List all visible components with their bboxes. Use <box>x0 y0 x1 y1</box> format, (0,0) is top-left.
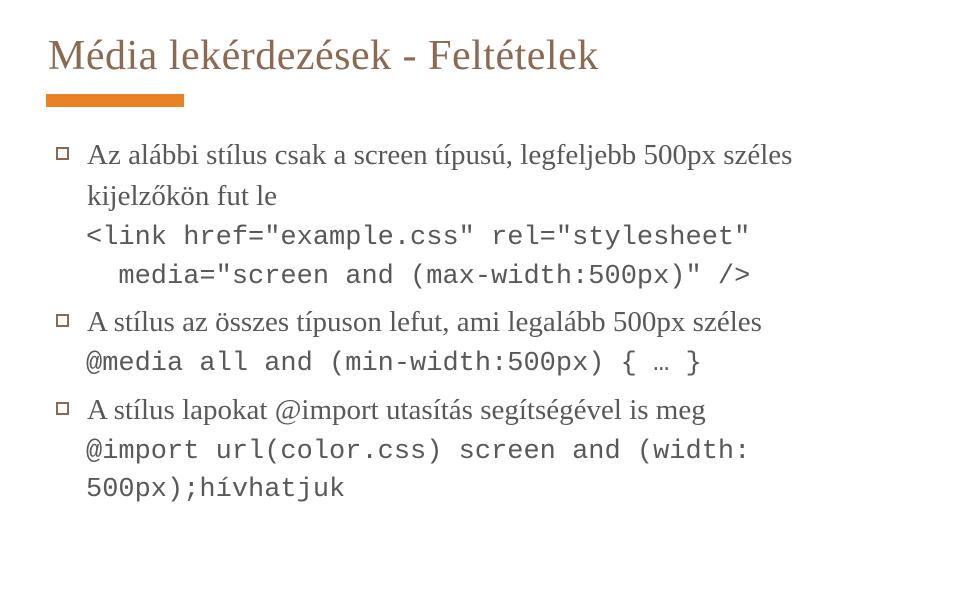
code-block: @media all and (min-width:500px) { … } <box>86 345 912 383</box>
bullet-icon <box>56 402 69 415</box>
slide-content: Az alábbi stílus csak a screen típusú, l… <box>48 135 912 509</box>
item-text: A stílus lapokat @import utasítás segíts… <box>87 390 706 431</box>
item-text: Az alábbi stílus csak a screen típusú, l… <box>87 135 912 217</box>
list-item: Az alábbi stílus csak a screen típusú, l… <box>56 135 912 296</box>
bullet-icon <box>56 147 69 160</box>
item-text: A stílus az összes típuson lefut, ami le… <box>87 302 762 343</box>
bullet-icon <box>56 314 69 327</box>
code-block: @import url(color.css) screen and (width… <box>86 433 912 510</box>
list-item: A stílus az összes típuson lefut, ami le… <box>56 302 912 384</box>
code-block: <link href="example.css" rel="stylesheet… <box>86 219 912 296</box>
slide-title: Média lekérdezések - Feltételek <box>48 32 912 80</box>
list-item: A stílus lapokat @import utasítás segíts… <box>56 390 912 510</box>
accent-bar <box>46 94 184 107</box>
